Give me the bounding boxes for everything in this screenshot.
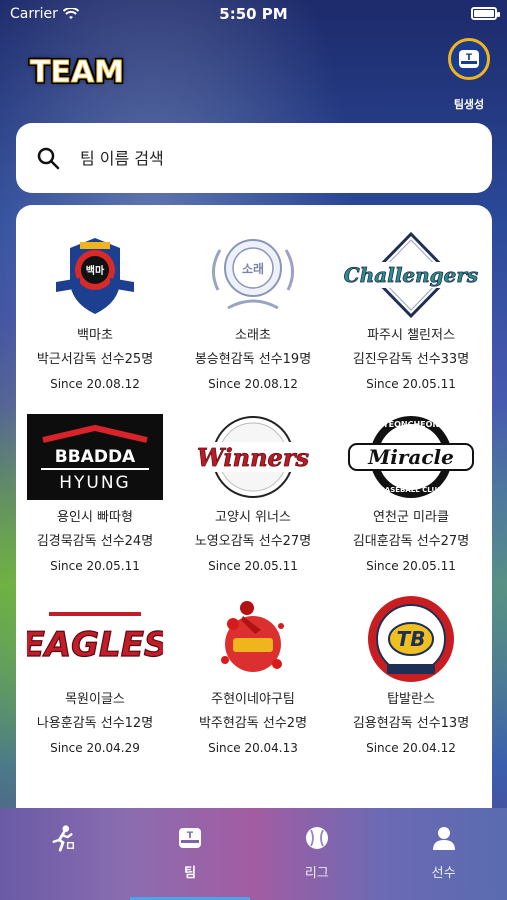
- team-name: 파주시 챌린저스: [367, 328, 455, 343]
- bbadda-logo: BBADDA HYUNG: [27, 412, 163, 502]
- team-coach: 김경묵감독 선수24명: [36, 534, 154, 549]
- search-input[interactable]: [80, 148, 460, 168]
- tab-label: 팀: [184, 866, 197, 881]
- team-card[interactable]: 백마 백마초 박근서감독 선수25명 Since 20.08.12: [16, 230, 174, 396]
- team-since: Since 20.04.13: [208, 741, 298, 755]
- splatter-player-logo: [185, 594, 321, 684]
- team-since: Since 20.08.12: [208, 377, 298, 391]
- team-name: 백마초: [77, 328, 113, 343]
- tab-label: 리그: [304, 866, 329, 881]
- create-team-label: 팀생성: [453, 98, 485, 111]
- team-grid: 백마 백마초 박근서감독 선수25명 Since 20.08.12 소래 소래초: [16, 230, 492, 760]
- team-name: 주현이네야구팀: [211, 692, 295, 707]
- svg-text:TB: TB: [397, 627, 426, 651]
- team-name: 목원이글스: [65, 692, 125, 707]
- team-name: 소래초: [235, 328, 271, 343]
- team-since: Since 20.08.12: [50, 377, 140, 391]
- team-list-panel: 백마 백마초 박근서감독 선수25명 Since 20.08.12 소래 소래초: [16, 205, 492, 825]
- tab-league[interactable]: 리그: [254, 808, 381, 900]
- team-name: 고양시 위너스: [215, 510, 291, 525]
- miracle-logo: YEONCHEON Miracle BASEBALL CLUB: [343, 412, 479, 502]
- team-card[interactable]: BBADDA HYUNG 용인시 빠따형 김경묵감독 선수24명 Since 2…: [16, 412, 174, 578]
- svg-text:BBADDA: BBADDA: [55, 447, 136, 467]
- team-since: Since 20.05.11: [366, 559, 456, 573]
- team-card[interactable]: Winners 고양시 위너스 노영오감독 선수27명 Since 20.05.…: [174, 412, 332, 578]
- tab-home[interactable]: [0, 808, 127, 900]
- team-card[interactable]: YEONCHEON Miracle BASEBALL CLUB 연천군 미라클 …: [332, 412, 490, 578]
- team-coach: 김진우감독 선수33명: [352, 352, 470, 367]
- tab-label: 선수: [431, 866, 456, 881]
- create-team-button[interactable]: T 팀생성: [445, 38, 493, 112]
- team-since: Since 20.05.11: [50, 559, 140, 573]
- team-coach: 박근서감독 선수25명: [36, 352, 154, 367]
- team-card[interactable]: Challengers 파주시 챌린저스 김진우감독 선수33명 Since 2…: [332, 230, 490, 396]
- runner-icon: [49, 824, 77, 852]
- status-time: 5:50 PM: [219, 5, 288, 23]
- team-coach: 김대훈감독 선수27명: [352, 534, 470, 549]
- svg-text:YEONCHEON: YEONCHEON: [382, 420, 439, 429]
- person-icon: [430, 824, 458, 852]
- team-name: 탑발란스: [387, 692, 435, 707]
- baseball-icon: [303, 824, 331, 852]
- search-bar[interactable]: [16, 123, 492, 193]
- team-card[interactable]: TB 탑발란스 김용현감독 선수13명 Since 20.04.12: [332, 594, 490, 760]
- team-coach: 노영오감독 선수27명: [194, 534, 312, 549]
- bottom-tab-bar: T 팀 리그 선수: [0, 808, 507, 900]
- battery-icon: [471, 7, 500, 20]
- winners-logo: Winners: [185, 412, 321, 502]
- team-name: 용인시 빠따형: [57, 510, 133, 525]
- svg-text:소래: 소래: [242, 261, 264, 276]
- team-since: Since 20.05.11: [208, 559, 298, 573]
- team-coach: 봉승현감독 선수19명: [194, 352, 312, 367]
- svg-text:HYUNG: HYUNG: [59, 473, 131, 493]
- team-cap-icon: T: [176, 824, 204, 852]
- shield-badge-logo: 백마: [27, 230, 163, 320]
- page-title: TEAM: [29, 55, 125, 91]
- challengers-logo: Challengers: [343, 230, 479, 320]
- status-bar: Carrier 5:50 PM: [0, 0, 507, 28]
- svg-text:Winners: Winners: [197, 443, 309, 472]
- team-card[interactable]: 주현이네야구팀 박주현감독 선수2명 Since 20.04.13: [174, 594, 332, 760]
- svg-text:Challengers: Challengers: [344, 263, 478, 287]
- team-card[interactable]: 소래 소래초 봉승현감독 선수19명 Since 20.08.12: [174, 230, 332, 396]
- team-name: 연천군 미라클: [373, 510, 449, 525]
- eagles-logo: EAGLES: [27, 594, 163, 684]
- svg-text:T: T: [187, 831, 194, 841]
- school-emblem-logo: 소래: [185, 230, 321, 320]
- search-icon: [37, 147, 60, 170]
- team-since: Since 20.04.12: [366, 741, 456, 755]
- svg-text:백마: 백마: [86, 264, 105, 277]
- tab-player[interactable]: 선수: [380, 808, 507, 900]
- svg-text:BASEBALL CLUB: BASEBALL CLUB: [379, 486, 442, 494]
- team-coach: 김용현감독 선수13명: [352, 716, 470, 731]
- svg-text:T: T: [466, 53, 473, 63]
- svg-text:EAGLES: EAGLES: [27, 625, 163, 665]
- tb-logo: TB: [343, 594, 479, 684]
- team-card[interactable]: EAGLES 목원이글스 나용훈감독 선수12명 Since 20.04.29: [16, 594, 174, 760]
- svg-text:Miracle: Miracle: [367, 445, 454, 469]
- team-coach: 나용훈감독 선수12명: [36, 716, 154, 731]
- team-coach: 박주현감독 선수2명: [198, 716, 308, 731]
- team-since: Since 20.04.29: [50, 741, 140, 755]
- team-cap-icon: T: [448, 38, 490, 80]
- tab-team[interactable]: T 팀: [127, 808, 254, 900]
- team-since: Since 20.05.11: [366, 377, 456, 391]
